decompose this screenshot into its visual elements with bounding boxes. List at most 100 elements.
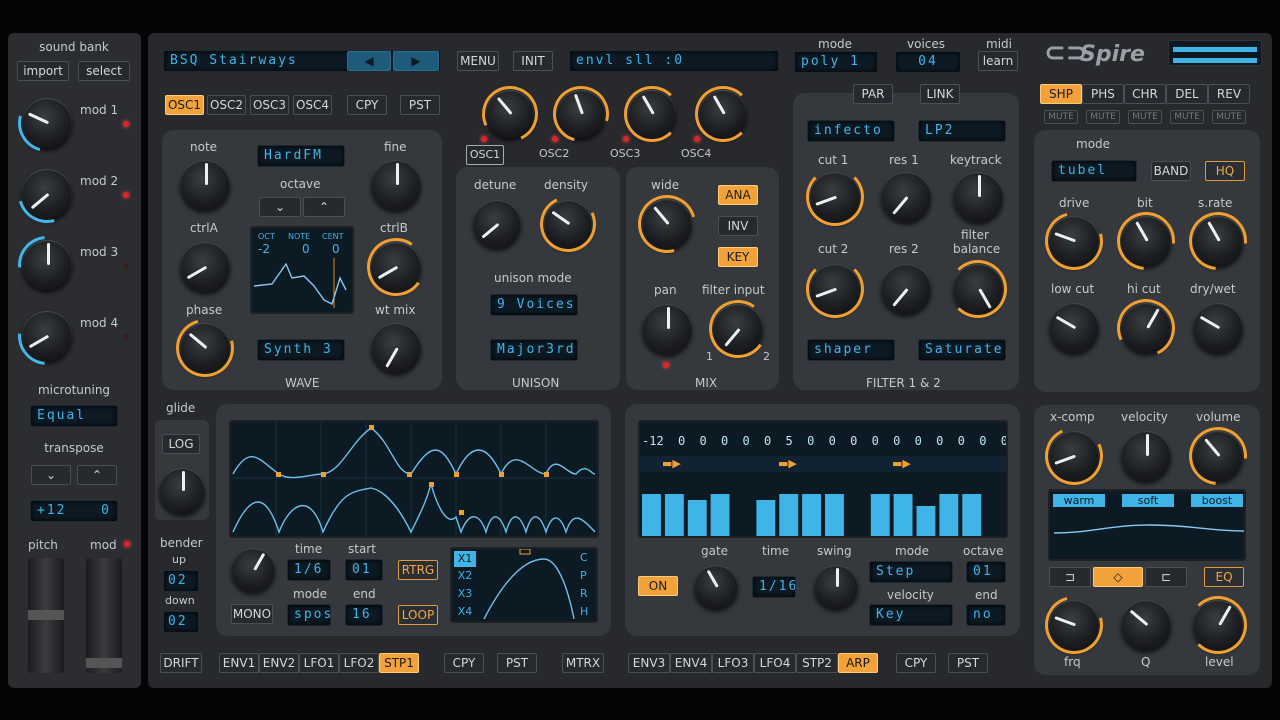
import-button[interactable]: import [17,61,69,81]
x4-button[interactable]: X4 [454,605,476,618]
step-value[interactable]: 0 [1001,434,1006,448]
filter2-mode-display[interactable]: Saturate [918,339,1006,361]
select-button[interactable]: select [78,61,130,81]
bender-up-display[interactable]: 02 [163,570,199,592]
osc1-mix-button[interactable]: OSC1 [466,145,504,165]
tab-osc4[interactable]: OSC4 [293,95,332,115]
step-bar[interactable] [825,494,844,536]
mod-paste-button-left[interactable]: PST [497,653,537,673]
step-mode-display[interactable]: Step [869,561,953,583]
step-velocity-display[interactable]: Key [869,604,953,626]
mute-phs[interactable]: MUTE [1086,110,1120,124]
tab-chr[interactable]: CHR [1124,84,1166,104]
tab-osc1[interactable]: OSC1 [165,95,204,115]
res2-knob[interactable] [881,264,931,314]
step-value[interactable]: 0 [893,434,900,448]
osc2-level-knob[interactable] [542,75,620,153]
step-value[interactable]: 0 [872,434,879,448]
step-bar[interactable] [916,506,936,536]
tab-del[interactable]: DEL [1166,84,1208,104]
eq-button[interactable]: EQ [1204,567,1244,587]
eq-peak-button[interactable]: ◇ [1093,567,1143,587]
link-button[interactable]: LINK [920,84,960,104]
transpose-display[interactable]: +12 0 [30,500,118,522]
filter1-mode-display[interactable]: shaper [807,339,895,361]
osc-copy-button[interactable]: CPY [347,95,387,115]
phase-knob[interactable] [165,308,245,388]
osc-mode-display[interactable]: HardFM [257,145,345,167]
wtmix-knob[interactable] [371,323,421,373]
rtrg-button[interactable]: RTRG [398,560,438,580]
key-button[interactable]: KEY [718,247,758,267]
step-bar[interactable] [756,500,776,536]
tab-env3[interactable]: ENV3 [628,653,670,673]
step-bar[interactable] [962,494,982,536]
drywet-knob[interactable] [1193,303,1243,353]
mute-shp[interactable]: MUTE [1044,110,1078,124]
frq-knob[interactable] [1034,585,1114,665]
env-end-display[interactable]: 16 [345,604,383,626]
drift-button[interactable]: DRIFT [160,653,202,673]
cut2-knob[interactable] [806,260,864,318]
step-bar[interactable] [779,494,799,536]
step-bar[interactable] [687,500,707,536]
mod1-knob[interactable] [7,83,87,163]
velocity-knob[interactable] [1121,431,1171,481]
par-button[interactable]: PAR [853,84,893,104]
cut1-knob[interactable] [806,168,864,226]
init-button[interactable]: INIT [513,51,553,71]
tab-shp[interactable]: SHP [1040,84,1082,104]
ctrlb-knob[interactable] [362,233,430,301]
filter1-type-display[interactable]: infecto [807,120,895,142]
detune-knob[interactable] [473,200,521,248]
fine-knob[interactable] [371,160,421,210]
tab-arp[interactable]: ARP [838,653,878,673]
glide-log-button[interactable]: LOG [162,434,200,454]
x1-button[interactable]: X1 [454,551,476,567]
swing-knob[interactable] [814,565,858,609]
c-button[interactable]: C [580,551,588,564]
tab-rev[interactable]: REV [1208,84,1250,104]
preset-prev-button[interactable]: ◀ [347,51,391,71]
mute-rev[interactable]: MUTE [1212,110,1246,124]
step-value[interactable]: 0 [699,434,706,448]
volume-knob[interactable] [1177,415,1259,497]
env-time-display[interactable]: 1/6 [287,559,331,581]
env-start-display[interactable]: 01 [345,559,383,581]
mod-copy-button-right[interactable]: CPY [896,653,936,673]
filter2-type-display[interactable]: LP2 [918,120,1006,142]
step-value[interactable]: -12 [642,434,664,448]
step-value[interactable]: 0 [764,434,771,448]
preset-next-button[interactable]: ▶ [393,51,439,71]
band-button[interactable]: BAND [1151,161,1191,181]
ctrla-knob[interactable] [180,242,230,292]
step-time-display[interactable]: 1/16 [752,576,796,598]
mod-paste-button-right[interactable]: PST [948,653,988,673]
mute-chr[interactable]: MUTE [1128,110,1162,124]
step-value[interactable]: 0 [936,434,943,448]
tab-lfo3[interactable]: LFO3 [712,653,754,673]
wavetable-display[interactable]: Synth 3 [257,339,345,361]
step-bar[interactable] [893,494,913,536]
srate-knob[interactable] [1177,200,1259,282]
pitch-wheel[interactable] [28,558,64,673]
ana-button[interactable]: ANA [718,185,758,205]
voices-display[interactable]: 04 [895,51,961,73]
unison-voices-display[interactable]: 9 Voices [490,294,578,316]
mod-copy-button-left[interactable]: CPY [444,653,484,673]
tab-stp1[interactable]: STP1 [379,653,419,673]
step-value[interactable]: 0 [958,434,965,448]
tab-stp2[interactable]: STP2 [796,653,838,673]
microtuning-display[interactable]: Equal [30,405,118,427]
step-value[interactable]: 0 [721,434,728,448]
matrix-button[interactable]: MTRX [562,653,604,673]
osc3-level-knob[interactable] [624,86,680,142]
step-bar[interactable] [939,494,959,536]
tab-env4[interactable]: ENV4 [670,653,712,673]
step-end-display[interactable]: no [966,604,1006,626]
glide-knob[interactable] [159,468,205,514]
step-bar[interactable] [642,494,661,536]
mod3-knob[interactable] [6,224,88,306]
q-knob[interactable] [1121,600,1171,650]
filter-input-knob[interactable] [704,295,772,363]
